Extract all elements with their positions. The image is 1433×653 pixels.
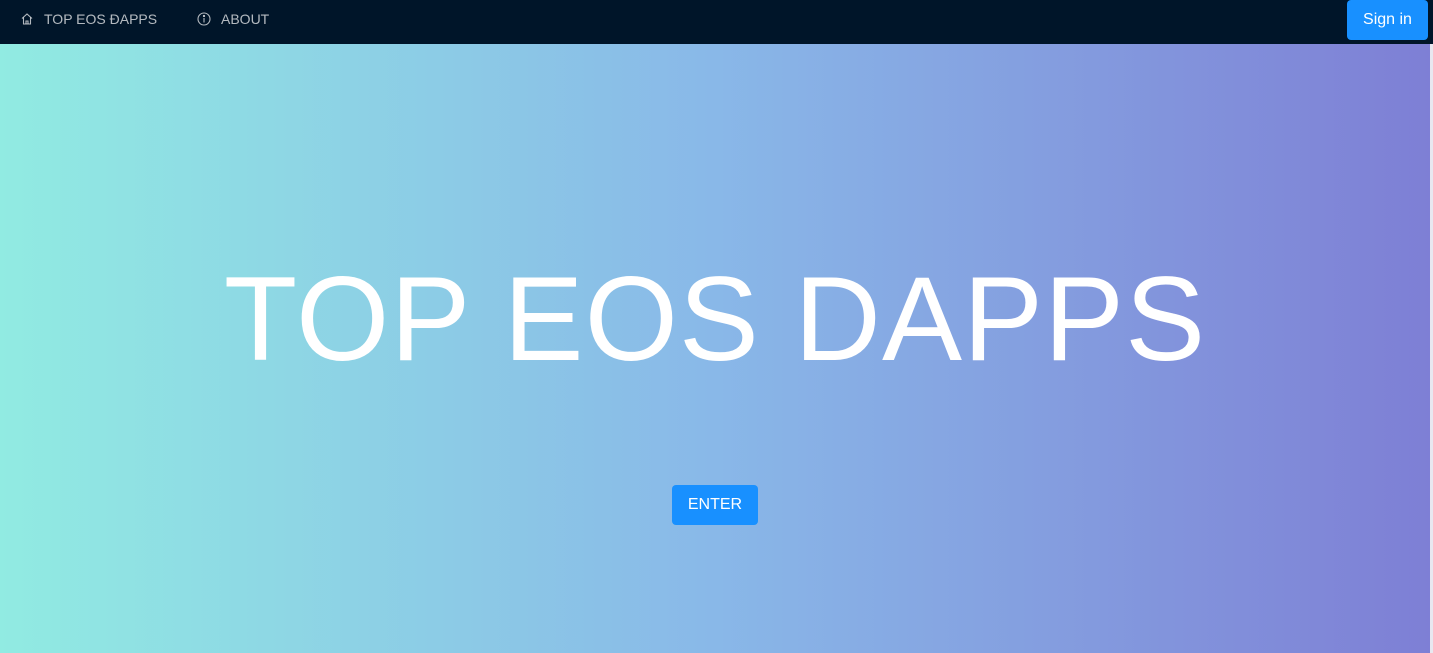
hero-title: TOP EOS DAPPS: [223, 252, 1207, 386]
info-circle-icon: [197, 12, 211, 26]
nav-item-home[interactable]: TOP EOS ĐAPPS: [20, 0, 157, 38]
sign-in-button[interactable]: Sign in: [1347, 0, 1428, 40]
nav-item-label: TOP EOS ĐAPPS: [44, 11, 158, 27]
enter-button[interactable]: ENTER: [672, 485, 758, 525]
home-icon: [20, 12, 34, 26]
nav-item-about[interactable]: ABOUT: [197, 0, 269, 38]
nav-item-label: ABOUT: [221, 11, 270, 27]
top-navbar: TOP EOS ĐAPPS ABOUT Sign in: [0, 0, 1433, 44]
hero-section: TOP EOS DAPPS ENTER: [0, 44, 1430, 653]
